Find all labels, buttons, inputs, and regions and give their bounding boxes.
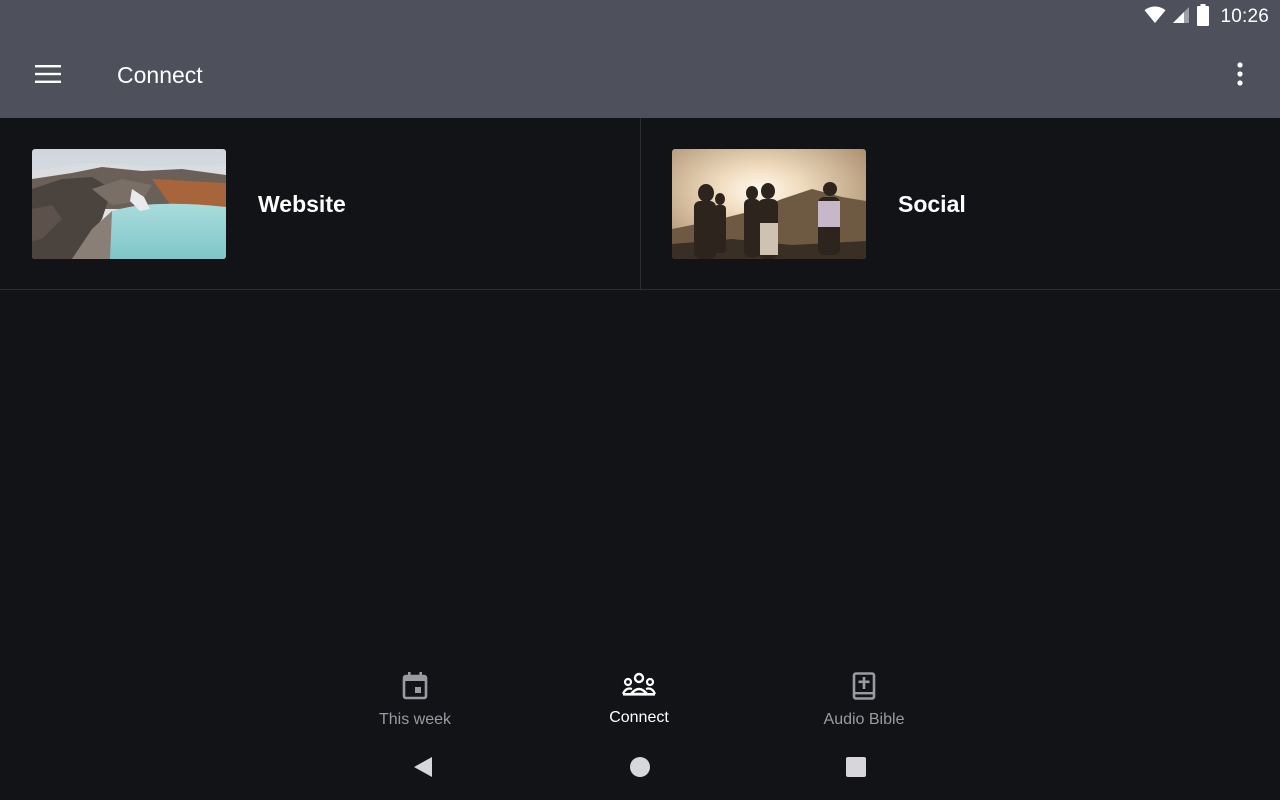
website-thumbnail [32,149,226,259]
tab-connect-label: Connect [609,709,669,726]
wifi-icon [1144,5,1166,29]
people-group-icon [621,672,657,703]
status-bar: 10:26 [0,0,1280,34]
home-icon [629,756,651,783]
bible-icon [852,672,876,705]
tab-this-week-label: This week [378,711,452,728]
tab-audio-bible[interactable]: Audio Bible [784,672,944,732]
card-social[interactable]: Social [640,118,1280,289]
tab-connect[interactable]: Connect [559,672,719,732]
card-social-label: Social [898,191,966,217]
social-thumbnail [672,149,866,259]
app-bar: Connect [0,34,1280,118]
status-time: 10:26 [1220,6,1269,27]
page-title: Connect [117,62,203,88]
bottom-navigation: This week Connect Audio Bible [0,660,1280,740]
card-website[interactable]: Website [0,118,640,289]
tab-this-week[interactable]: This week [335,672,495,732]
tab-audio-bible-label: Audio Bible [823,711,905,728]
hamburger-menu-icon [35,64,61,88]
menu-button[interactable] [24,54,72,98]
cellular-signal-icon [1172,6,1190,29]
recents-button[interactable] [841,756,871,782]
back-button[interactable] [408,756,438,782]
calendar-event-icon [402,672,428,705]
battery-icon [1196,3,1210,31]
status-icons [1144,3,1210,31]
recents-icon [846,756,866,782]
card-website-label: Website [258,191,346,217]
home-button[interactable] [625,756,655,782]
back-icon [413,756,433,783]
system-navigation-bar [0,740,1280,800]
more-vert-icon [1237,61,1243,91]
connect-list: Website Social [0,118,1280,290]
overflow-menu-button[interactable] [1216,54,1264,98]
